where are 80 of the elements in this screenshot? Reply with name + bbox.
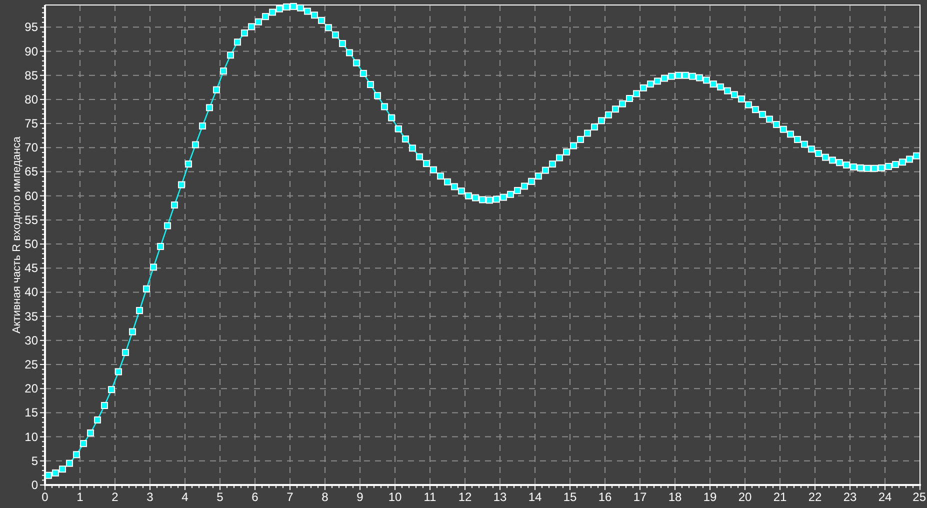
x-tick-label: 7 — [286, 490, 294, 504]
data-marker — [388, 114, 395, 122]
x-tick-label: 3 — [146, 490, 154, 504]
data-marker — [129, 328, 136, 336]
x-tick-label: 24 — [878, 490, 892, 504]
y-tick-label: 95 — [24, 20, 38, 34]
y-tick-label: 20 — [24, 382, 38, 396]
data-marker — [206, 104, 213, 112]
x-tick-label: 5 — [216, 490, 224, 504]
data-marker — [199, 122, 206, 130]
x-tick-label: 4 — [182, 490, 188, 504]
data-marker — [87, 429, 94, 436]
y-tick-label: 70 — [24, 140, 38, 155]
x-tick-label: 14 — [528, 490, 542, 504]
y-tick-label: 60 — [24, 188, 38, 203]
x-tick-label: 16 — [598, 490, 612, 504]
data-marker — [395, 125, 402, 132]
y-tick-label: 75 — [24, 116, 38, 131]
data-marker — [80, 440, 87, 448]
y-tick-label: 15 — [24, 406, 38, 420]
x-tick-label: 25 — [912, 490, 926, 504]
data-marker — [178, 181, 185, 188]
x-tick-label: 6 — [252, 490, 258, 504]
x-tick-label: 17 — [633, 490, 647, 504]
data-marker — [108, 386, 115, 394]
data-marker — [381, 103, 388, 110]
data-marker — [360, 70, 367, 77]
data-marker — [234, 38, 241, 46]
data-marker — [171, 202, 178, 208]
data-marker — [339, 40, 346, 48]
y-tick-label: 50 — [24, 237, 38, 252]
x-tick-label: 20 — [738, 490, 752, 504]
data-marker — [402, 135, 409, 142]
data-marker — [143, 285, 150, 292]
y-tick-label: 80 — [24, 92, 38, 106]
data-marker — [192, 141, 199, 148]
y-tick-label: 25 — [24, 358, 38, 372]
x-tick-label: 23 — [843, 490, 857, 504]
y-tick-label: 45 — [24, 261, 38, 276]
x-tick-label: 0 — [42, 490, 48, 504]
y-tick-label: 0 — [31, 478, 38, 492]
data-marker — [164, 222, 171, 230]
y-axis-label: Активная часть R входного импеданса — [11, 136, 23, 334]
y-tick-label: 5 — [31, 454, 38, 468]
x-tick-label: 18 — [668, 490, 682, 504]
y-tick-label: 10 — [24, 430, 38, 444]
y-tick-label: 65 — [24, 164, 38, 179]
x-tick-label: 1 — [76, 490, 84, 504]
x-tick-label: 8 — [322, 490, 328, 504]
x-tick-label: 9 — [356, 490, 364, 504]
y-tick-label: 55 — [24, 212, 38, 227]
data-marker — [150, 264, 157, 271]
x-tick-label: 19 — [703, 490, 717, 504]
y-tick-label: 90 — [24, 44, 38, 58]
x-tick-label: 21 — [773, 490, 787, 504]
x-tick-label: 15 — [563, 490, 577, 504]
x-tick-label: 22 — [808, 490, 822, 504]
data-marker — [220, 68, 227, 75]
x-tick-label: 2 — [112, 490, 118, 504]
x-tick-label: 11 — [424, 490, 436, 504]
data-marker — [367, 81, 374, 88]
x-tick-label: 13 — [493, 490, 507, 504]
data-marker — [353, 59, 360, 66]
data-marker — [115, 368, 122, 376]
y-tick-label: 40 — [24, 285, 38, 300]
x-tick-label: 10 — [388, 490, 402, 504]
data-marker — [94, 416, 101, 424]
data-marker — [374, 92, 381, 100]
data-marker — [185, 160, 192, 168]
data-marker — [346, 49, 353, 56]
y-tick-label: 35 — [24, 309, 38, 324]
y-tick-label: 85 — [24, 68, 38, 82]
data-marker — [157, 242, 164, 250]
data-marker — [122, 348, 129, 356]
data-marker — [136, 307, 143, 314]
data-marker — [213, 86, 220, 94]
y-tick-label: 30 — [24, 333, 38, 348]
x-tick-label: 12 — [458, 490, 472, 504]
data-marker — [101, 402, 108, 409]
data-marker — [227, 52, 234, 59]
